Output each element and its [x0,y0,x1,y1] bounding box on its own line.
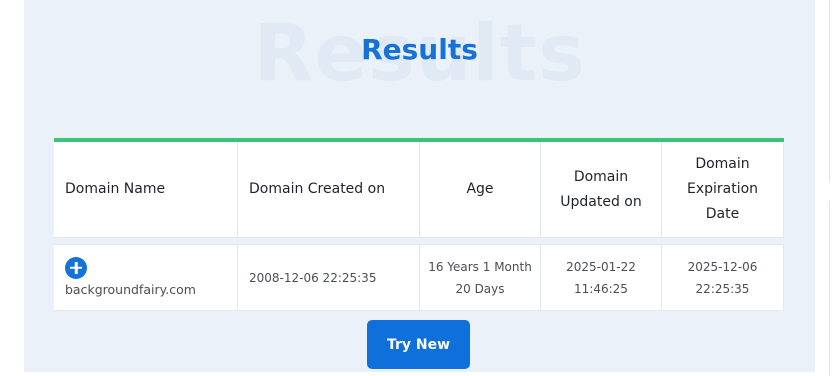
age-line-1: 16 Years 1 Month [428,259,532,274]
updated-time: 11:46:25 [574,281,628,296]
cell-domain-created: 2008-12-06 22:25:35 [237,245,419,310]
cell-age: 16 Years 1 Month 20 Days [419,245,540,310]
right-divider-bottom [829,201,830,376]
header-updated-line-1: Domain [573,168,629,185]
header-domain-updated: Domain Updated on [540,142,661,237]
header-domain-name: Domain Name [65,181,166,197]
right-divider-top [829,0,830,182]
expand-plus-icon[interactable] [65,256,87,279]
table-header-row: Domain Name Domain Created on Age Domain… [54,142,784,238]
expiration-time: 22:25:35 [695,281,750,296]
age-line-2: 20 Days [455,281,505,296]
cell-domain-name: backgroundfairy.com [54,245,237,310]
header-domain-created: Domain Created on [237,142,419,237]
domain-value: backgroundfairy.com [65,281,196,297]
header-age: Age [419,142,540,237]
expiration-date: 2025-12-06 [687,259,758,274]
cell-domain-updated: 2025-01-22 11:46:25 [540,245,661,310]
updated-date: 2025-01-22 [566,259,636,274]
results-table: Domain Name Domain Created on Age Domain… [54,138,784,311]
header-expiration-line-1: Domain [695,156,750,172]
header-expiration-line-3: Date [705,206,740,222]
try-new-button[interactable]: Try New [367,320,470,369]
cell-domain-expiration: 2025-12-06 22:25:35 [661,245,784,310]
header-updated-line-2: Updated on [560,193,642,210]
header-expiration-line-2: Expiration [686,181,759,197]
table-row: backgroundfairy.com 2008-12-06 22:25:35 … [54,244,784,311]
header-domain-expiration: Domain Expiration Date [661,142,784,237]
results-title: Results [361,33,478,66]
